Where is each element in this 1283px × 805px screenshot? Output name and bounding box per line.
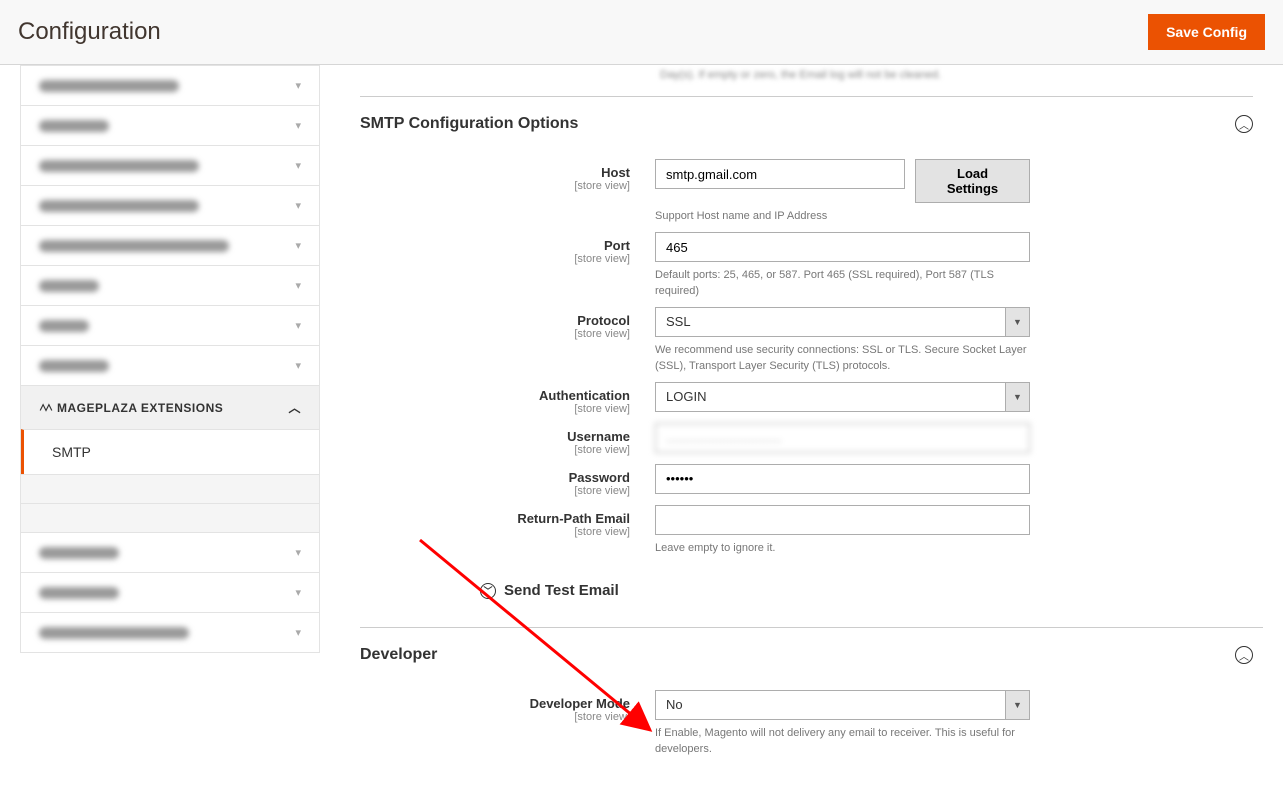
protocol-hint: We recommend use security connections: S…	[655, 343, 1030, 374]
protocol-scope: [store view]	[360, 328, 630, 340]
devmode-hint: If Enable, Magento will not delivery any…	[655, 726, 1030, 757]
devmode-label: Developer Mode	[360, 696, 630, 711]
devmode-scope: [store view]	[360, 711, 630, 723]
host-input[interactable]	[655, 159, 905, 189]
sidebar-item-obscured-7[interactable]: ▾	[21, 305, 319, 345]
password-input[interactable]	[655, 464, 1030, 494]
config-sidebar: ▾ ▾ ▾ ▾ ▾ ▾ ▾ ▾ MAGEPLAZA EXTENSIONS ︿ S…	[0, 65, 320, 805]
host-scope: [store view]	[360, 180, 630, 192]
chevron-down-icon: ▾	[295, 119, 301, 132]
page-title: Configuration	[18, 18, 161, 46]
send-test-email-toggle[interactable]: ﹀ Send Test Email	[360, 564, 1263, 619]
port-input[interactable]	[655, 232, 1030, 262]
collapse-up-icon[interactable]: ︿	[1235, 646, 1253, 664]
sidebar-item-obscured-6[interactable]: ▾	[21, 265, 319, 305]
dropdown-icon: ▼	[1005, 308, 1029, 336]
username-label: Username	[360, 429, 630, 444]
chevron-down-icon: ▾	[295, 626, 301, 639]
sidebar-item-obscured-8[interactable]: ▾	[21, 345, 319, 385]
section-developer-header[interactable]: Developer ︿	[360, 628, 1263, 682]
protocol-select[interactable]: SSL ▼	[655, 307, 1030, 337]
sidebar-item-obscured-5[interactable]: ▾	[21, 225, 319, 265]
port-scope: [store view]	[360, 253, 630, 265]
returnpath-scope: [store view]	[360, 526, 630, 538]
host-hint: Support Host name and IP Address	[655, 209, 1030, 224]
chevron-down-icon: ▾	[295, 79, 301, 92]
sidebar-sub-obscured-2[interactable]	[21, 503, 319, 532]
auth-select[interactable]: LOGIN ▼	[655, 382, 1030, 412]
username-scope: [store view]	[360, 444, 630, 456]
send-test-email-label: Send Test Email	[504, 582, 619, 599]
sidebar-item-obscured-10[interactable]: ▾	[21, 572, 319, 612]
returnpath-input[interactable]	[655, 505, 1030, 535]
sidebar-item-obscured-11[interactable]: ▾	[21, 612, 319, 652]
chevron-up-icon: ︿	[288, 399, 301, 416]
collapse-up-icon[interactable]: ︿	[1235, 115, 1253, 133]
load-settings-button[interactable]: Load Settings	[915, 159, 1030, 203]
sidebar-item-obscured-9[interactable]: ▾	[21, 532, 319, 572]
section-developer-title: Developer	[360, 646, 437, 664]
chevron-down-icon: ▾	[295, 319, 301, 332]
section-smtp-header[interactable]: SMTP Configuration Options ︿	[360, 97, 1263, 151]
username-input[interactable]	[655, 423, 1030, 453]
auth-value: LOGIN	[656, 383, 1005, 411]
sidebar-section-mageplaza[interactable]: MAGEPLAZA EXTENSIONS ︿	[21, 385, 319, 429]
password-scope: [store view]	[360, 485, 630, 497]
sidebar-section-label: MAGEPLAZA EXTENSIONS	[57, 401, 223, 415]
dropdown-icon: ▼	[1005, 383, 1029, 411]
returnpath-hint: Leave empty to ignore it.	[655, 541, 1030, 556]
section-smtp-title: SMTP Configuration Options	[360, 115, 578, 133]
page-header: Configuration Save Config	[0, 0, 1283, 65]
brand-icon	[39, 402, 53, 412]
host-label: Host	[360, 165, 630, 180]
sidebar-item-obscured-4[interactable]: ▾	[21, 185, 319, 225]
port-label: Port	[360, 238, 630, 253]
truncated-hint: Day(s). If empty or zero, the Email log …	[360, 65, 1263, 97]
devmode-select[interactable]: No ▼	[655, 690, 1030, 720]
protocol-value: SSL	[656, 308, 1005, 336]
chevron-down-icon: ▾	[295, 159, 301, 172]
expand-down-icon: ﹀	[480, 583, 496, 599]
auth-label: Authentication	[360, 388, 630, 403]
sidebar-item-obscured-2[interactable]: ▾	[21, 105, 319, 145]
chevron-down-icon: ▾	[295, 279, 301, 292]
sidebar-item-obscured-1[interactable]: ▾	[21, 65, 319, 105]
save-config-button[interactable]: Save Config	[1148, 14, 1265, 50]
chevron-down-icon: ▾	[295, 239, 301, 252]
port-hint: Default ports: 25, 465, or 587. Port 465…	[655, 268, 1030, 299]
sidebar-item-obscured-3[interactable]: ▾	[21, 145, 319, 185]
chevron-down-icon: ▾	[295, 546, 301, 559]
dropdown-icon: ▼	[1005, 691, 1029, 719]
password-label: Password	[360, 470, 630, 485]
chevron-down-icon: ▾	[295, 586, 301, 599]
devmode-value: No	[656, 691, 1005, 719]
auth-scope: [store view]	[360, 403, 630, 415]
chevron-down-icon: ▾	[295, 199, 301, 212]
protocol-label: Protocol	[360, 313, 630, 328]
returnpath-label: Return-Path Email	[360, 511, 630, 526]
sidebar-sub-obscured-1[interactable]	[21, 474, 319, 503]
config-content: Day(s). If empty or zero, the Email log …	[320, 65, 1283, 805]
chevron-down-icon: ▾	[295, 359, 301, 372]
sidebar-sub-smtp[interactable]: SMTP	[21, 429, 319, 474]
